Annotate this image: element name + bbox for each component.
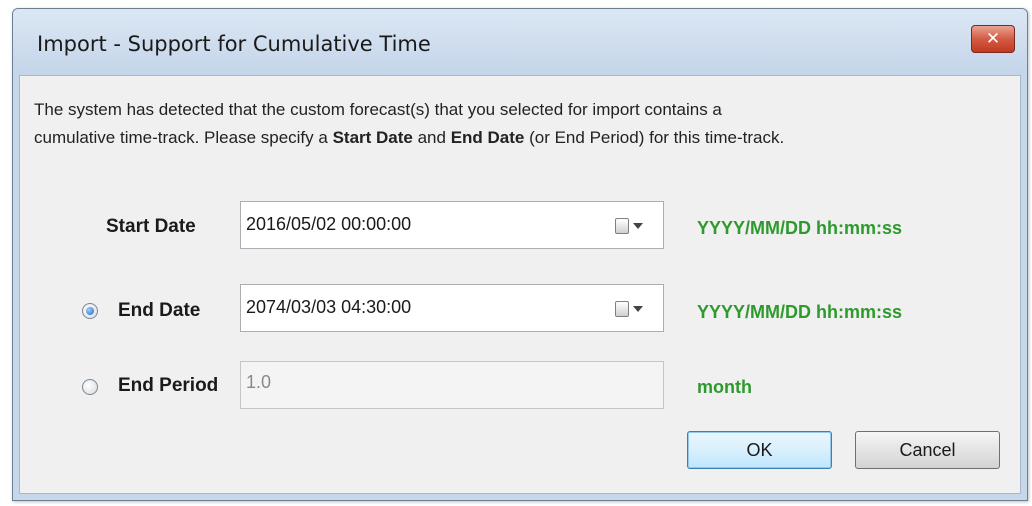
calendar-icon xyxy=(615,301,629,317)
message-text: and xyxy=(412,128,451,147)
dialog-body: The system has detected that the custom … xyxy=(19,75,1021,494)
instruction-message: The system has detected that the custom … xyxy=(34,96,1014,152)
end-period-field[interactable]: 1.0 xyxy=(240,361,664,409)
end-date-value: 2074/03/03 04:30:00 xyxy=(246,297,412,317)
import-dialog: Import - Support for Cumulative Time ✕ T… xyxy=(12,8,1028,501)
message-text: cumulative time-track. Please specify a xyxy=(34,128,333,147)
message-text: (or End Period) for this time-track. xyxy=(524,128,785,147)
end-date-field[interactable]: 2074/03/03 04:30:00 xyxy=(240,284,664,332)
close-icon: ✕ xyxy=(985,29,1001,48)
dialog-title: Import - Support for Cumulative Time xyxy=(37,32,431,56)
chevron-down-icon xyxy=(633,306,643,312)
message-bold-start-date: Start Date xyxy=(332,128,413,147)
end-date-label[interactable]: End Date xyxy=(118,300,200,322)
close-button[interactable]: ✕ xyxy=(971,25,1015,53)
end-period-unit: month xyxy=(697,377,752,397)
end-date-radio[interactable] xyxy=(82,303,98,319)
start-date-format-hint: YYYY/MM/DD hh:mm:ss xyxy=(697,218,903,238)
start-date-label: Start Date xyxy=(106,216,196,237)
end-date-calendar-button[interactable] xyxy=(615,298,651,320)
end-period-label[interactable]: End Period xyxy=(118,375,218,397)
start-date-value: 2016/05/02 00:00:00 xyxy=(246,214,412,234)
calendar-icon xyxy=(615,218,629,234)
cancel-button[interactable]: Cancel xyxy=(855,431,1000,469)
end-date-format-hint: YYYY/MM/DD hh:mm:ss xyxy=(697,302,903,322)
message-line-2: cumulative time-track. Please specify a … xyxy=(34,124,1014,152)
message-bold-end-date: End Date xyxy=(450,128,525,147)
start-date-calendar-button[interactable] xyxy=(615,215,651,237)
ok-button[interactable]: OK xyxy=(687,431,832,469)
start-date-field[interactable]: 2016/05/02 00:00:00 xyxy=(240,201,664,249)
end-period-value: 1.0 xyxy=(246,372,272,392)
chevron-down-icon xyxy=(633,223,643,229)
title-bar[interactable]: Import - Support for Cumulative Time ✕ xyxy=(13,9,1027,75)
end-period-radio[interactable] xyxy=(82,379,98,395)
message-line-1: The system has detected that the custom … xyxy=(34,100,722,119)
